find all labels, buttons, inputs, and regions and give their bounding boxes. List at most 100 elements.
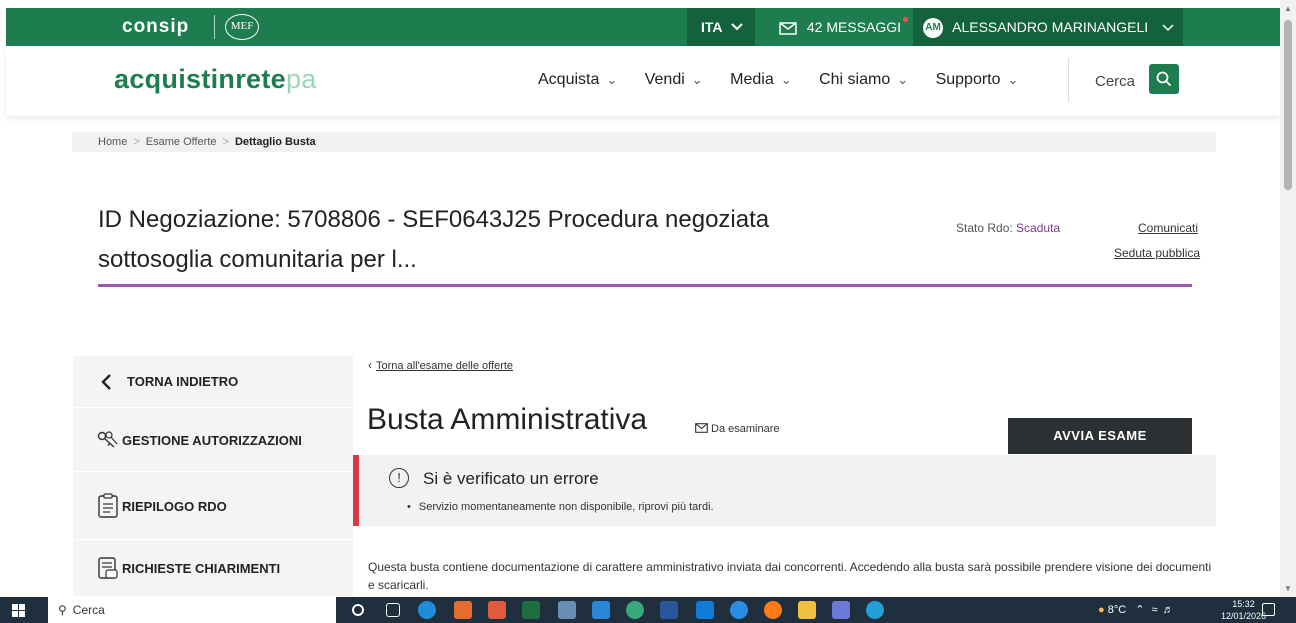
main-navbar: acquistinretepa Acquista ⌄ Vendi ⌄ Media ⌄ … [6,46,1280,116]
internet-explorer-icon[interactable] [730,601,748,619]
messages-link[interactable]: 42 MESSAGGI [779,8,909,46]
menu-item-label: Acquista [538,71,600,88]
mail-icon[interactable] [696,601,714,619]
chevron-down-icon: ⌄ [1007,72,1019,87]
browser-icon[interactable] [626,601,644,619]
breadcrumb-separator: > [222,136,229,148]
weather-icon[interactable]: ● [1098,604,1105,616]
logo-part-acquistin: acquistin [114,64,236,94]
status-badge-label: Da esaminare [711,423,780,435]
clock-date: 12/01/2026 [1221,611,1267,621]
app-icon[interactable] [558,601,576,619]
breadcrumb-current: Dettaglio Busta [234,136,316,148]
system-tray: ● 8°C ⌃ ≈ ♬ [1098,597,1174,623]
task-view-icon[interactable] [386,603,400,617]
search-button[interactable] [1149,64,1179,94]
menu-item-label: Supporto [935,71,1001,88]
scroll-up-arrow-icon[interactable]: ▲ [1284,4,1292,13]
alert-title: Si è verificato un errore [423,469,599,488]
consip-logo[interactable]: consip [122,16,189,38]
document-chat-icon [98,556,118,579]
nav-divider [1068,58,1069,102]
taskbar-search-label: Cerca [72,603,105,617]
acquistinretepa-logo[interactable]: acquistinretepa [114,64,317,95]
language-selector[interactable]: ITA [687,8,755,46]
logo-part-pa: pa [285,64,317,94]
breadcrumb-home[interactable]: Home [98,136,127,148]
breadcrumb-separator: > [133,136,140,148]
chevron-up-icon[interactable]: ⌃ [1135,604,1144,616]
back-to-offers-link[interactable]: ‹ Torna all'esame delle offerte [368,358,513,372]
windows-start-icon[interactable] [12,604,25,617]
avvia-esame-button[interactable]: AVVIA ESAME [1008,418,1192,454]
sidebar-item-label: RIEPILOGO RDO [122,498,227,514]
clock-time: 15:32 [1232,599,1255,609]
top-bar: consip MEF ITA 42 MESSAGGI AM ALESSANDRO… [6,8,1280,46]
sidebar-item-riepilogo-rdo[interactable]: RIEPILOGO RDO [73,473,353,540]
chevron-down-icon: ⌄ [897,72,909,87]
envelope-icon [779,22,797,35]
chevron-left-icon [101,373,111,390]
sidebar-item-richieste-chiarimenti[interactable]: RICHIESTE CHIARIMENTI [73,541,353,596]
windows-taskbar: ⚲ Cerca ● 8°C ⌃ ≈ ♬ 15:32 12/01/2026 [0,597,1296,623]
clipboard-icon [98,493,118,518]
keys-icon [97,431,118,448]
envelope-icon [695,423,708,433]
exclamation-icon: ! [389,468,409,488]
scroll-down-arrow-icon[interactable]: ▼ [1284,584,1292,593]
taskbar-clock[interactable]: 15:32 12/01/2026 [1221,598,1266,622]
back-link-label: Torna all'esame delle offerte [376,360,514,372]
app-grid-icon[interactable] [454,601,472,619]
network-app-icon[interactable] [866,601,884,619]
status-badge: Da esaminare [695,423,779,435]
page-scrollbar[interactable]: ▲ ▼ [1280,0,1296,597]
file-explorer-icon[interactable] [798,601,816,619]
sidebar: TORNA INDIETRO GESTIONE AUTORIZZAZIONI R… [73,356,353,596]
temperature[interactable]: 8°C [1108,604,1126,616]
edge-icon[interactable] [418,601,436,619]
menu-item-media[interactable]: Media ⌄ [730,71,791,88]
user-menu[interactable]: AM ALESSANDRO MARINANGELI [913,8,1183,46]
volume-icon[interactable]: ♬ [1163,604,1174,616]
chevron-down-icon [731,23,743,31]
menu-item-supporto[interactable]: Supporto ⌄ [936,71,1019,88]
busta-description: Questa busta contiene documentazione di … [368,560,1212,592]
messages-count: 42 MESSAGGI [806,19,902,35]
menu-item-label: Vendi [644,71,685,88]
menu-item-acquista[interactable]: Acquista ⌄ [538,71,617,88]
status-label: Stato Rdo: [956,221,1017,235]
sidebar-item-torna-indietro[interactable]: TORNA INDIETRO [73,356,353,408]
scrollbar-thumb[interactable] [1284,20,1292,190]
chevron-down-icon: ⌄ [606,72,618,87]
comunicati-link[interactable]: Comunicati [1138,221,1198,235]
wifi-icon[interactable]: ≈ [1152,604,1158,616]
chevron-down-icon [1162,24,1174,32]
calendar-icon[interactable] [592,601,610,619]
chevron-down-icon: ⌄ [780,72,792,87]
menu-item-vendi[interactable]: Vendi ⌄ [645,71,703,88]
status-value: Scaduta [1016,221,1061,235]
user-name: ALESSANDRO MARINANGELI [952,19,1149,35]
word-icon[interactable] [660,601,678,619]
taskbar-search[interactable]: ⚲ Cerca [48,597,336,623]
search-icon: ⚲ [58,603,67,617]
breadcrumb-esame-offerte[interactable]: Esame Offerte [146,136,217,148]
busta-title: Busta Amministrativa [367,403,648,436]
checklist-app-icon[interactable] [832,601,850,619]
chrome-icon[interactable] [488,601,506,619]
page-title: ID Negoziazione: 5708806 - SEF0643J25 Pr… [98,206,770,273]
seduta-pubblica-link[interactable]: Seduta pubblica [1114,246,1200,260]
notification-center-icon[interactable] [1262,603,1275,616]
menu-item-chi-siamo[interactable]: Chi siamo ⌄ [819,71,908,88]
sidebar-item-label: GESTIONE AUTORIZZAZIONI [122,432,302,448]
menu-item-label: Media [730,71,774,88]
main-menu: Acquista ⌄ Vendi ⌄ Media ⌄ Chi siamo ⌄ Suppo… [538,71,1041,89]
brand-divider [214,15,215,39]
sidebar-item-label: TORNA INDIETRO [127,374,239,389]
excel-icon[interactable] [522,601,540,619]
sidebar-item-gestione-autorizzazioni[interactable]: GESTIONE AUTORIZZAZIONI [73,409,353,472]
search-label[interactable]: Cerca [1095,73,1135,90]
firefox-icon[interactable] [764,601,782,619]
cortana-icon[interactable] [352,604,364,616]
mef-logo[interactable]: MEF [225,14,259,40]
